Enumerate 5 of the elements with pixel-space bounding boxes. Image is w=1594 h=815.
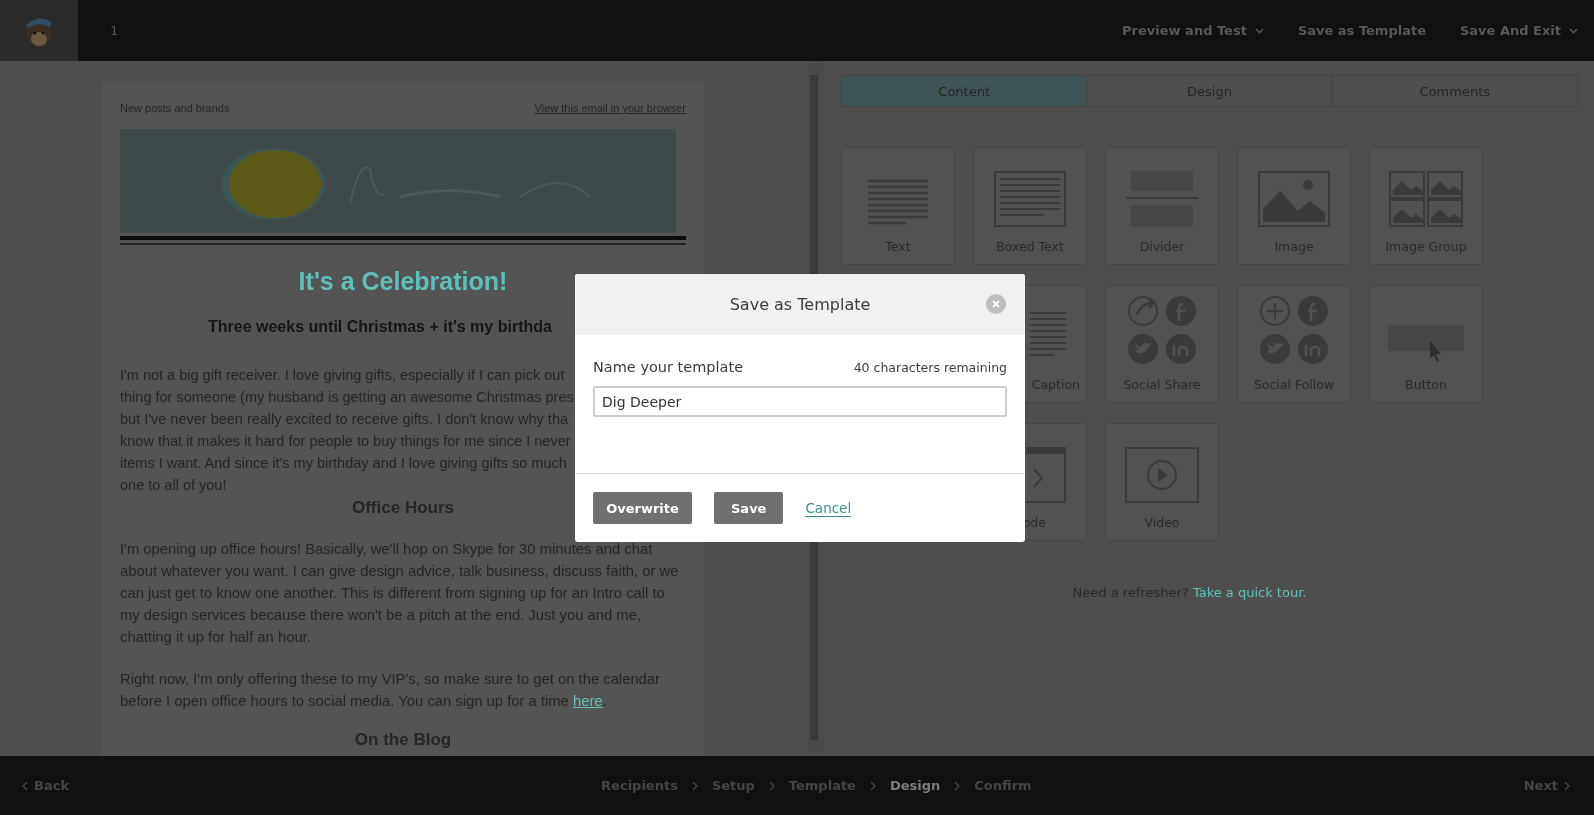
field-label: Name your template xyxy=(593,359,744,375)
email-subheading: Three weeks until Christmas + it's my birthda xyxy=(208,318,552,336)
dialog-title: Save as Template xyxy=(729,295,871,314)
email-headline: It's a Celebration! xyxy=(298,267,508,296)
campaign-name: 1 xyxy=(110,23,119,38)
